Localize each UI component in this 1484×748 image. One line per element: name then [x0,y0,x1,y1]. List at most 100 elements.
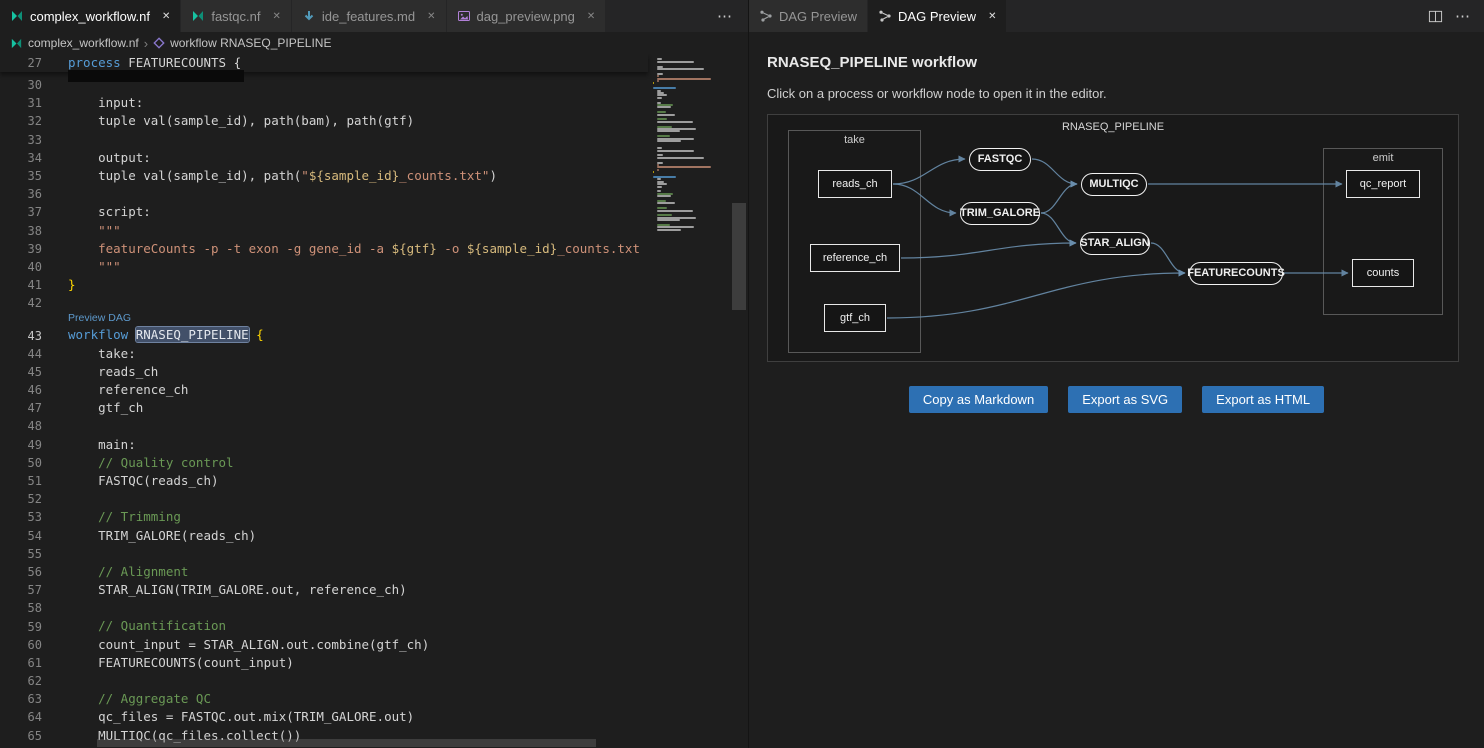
dag-node-counts[interactable]: counts [1352,259,1414,287]
code-text: main: [68,436,136,454]
code-line-64[interactable]: 64 qc_files = FASTQC.out.mix(TRIM_GALORE… [0,708,648,726]
code-line-32[interactable]: 32 tuple val(sample_id), path(bam), path… [0,112,648,130]
graph-icon [878,9,892,23]
tab-fastqc-nf[interactable]: fastqc.nf ✕ [181,0,292,32]
line-number: 47 [0,401,42,415]
code-line-36[interactable]: 36 [0,185,648,203]
code-line-54[interactable]: 54 TRIM_GALORE(reads_ch) [0,527,648,545]
markdown-icon [302,9,316,23]
close-icon[interactable]: ✕ [427,11,435,22]
codelens-preview-dag[interactable]: Preview DAG [68,312,648,326]
code-line-57[interactable]: 57 STAR_ALIGN(TRIM_GALORE.out, reference… [0,581,648,599]
code-line-38[interactable]: 38 """ [0,222,648,240]
tab-dag-preview-png[interactable]: dag_preview.png ✕ [447,0,607,32]
code-text: featureCounts -p -t exon -g gene_id -a $… [68,240,648,258]
code-line-61[interactable]: 61 FEATURECOUNTS(count_input) [0,654,648,672]
vertical-scrollbar[interactable] [732,203,746,310]
tab-complex-workflow-nf[interactable]: complex_workflow.nf ✕ [0,0,181,32]
code-line-48[interactable]: 48 [0,417,648,435]
line-number: 31 [0,96,42,110]
line-number: 52 [0,492,42,506]
code-text: // Trimming [68,508,181,526]
dag-node-multiqc[interactable]: MULTIQC [1081,173,1147,196]
more-tabs-icon[interactable]: ⋯ [701,0,748,32]
tab-ide-features-md[interactable]: ide_features.md ✕ [292,0,447,32]
code-line-52[interactable]: 52 [0,490,648,508]
line-number: 62 [0,674,42,688]
code-text: // Quality control [68,454,234,472]
close-icon[interactable]: ✕ [272,11,280,22]
code-line-47[interactable]: 47 gtf_ch [0,399,648,417]
dag-node-trim_galore[interactable]: TRIM_GALORE [960,202,1040,225]
code-line-33[interactable]: 33 [0,131,648,149]
export-as-html-button[interactable]: Export as HTML [1202,386,1324,413]
copy-as-markdown-button[interactable]: Copy as Markdown [909,386,1048,413]
code-editor[interactable]: 27 process FEATURECOUNTS { 3031 input:32… [0,54,748,748]
code-line-55[interactable]: 55 [0,545,648,563]
tab-dag-preview-1[interactable]: DAG Preview [749,0,868,32]
dag-node-featurecounts[interactable]: FEATURECOUNTS [1189,262,1283,285]
minimap-line [657,219,680,221]
code-text: take: [68,345,136,363]
code-line-43[interactable]: 43workflow RNASEQ_PIPELINE { [0,326,648,344]
code-line-46[interactable]: 46 reference_ch [0,381,648,399]
line-number: 32 [0,114,42,128]
horizontal-scrollbar[interactable] [97,739,596,747]
dag-node-qc_report[interactable]: qc_report [1346,170,1420,198]
close-icon[interactable]: ✕ [988,11,996,22]
code-line-41[interactable]: 41} [0,276,648,294]
dag-node-reference_ch[interactable]: reference_ch [810,244,900,272]
code-text: gtf_ch [68,399,143,417]
code-line-42[interactable]: 42 [0,294,648,312]
line-number: 30 [0,78,42,92]
dag-node-gtf_ch[interactable]: gtf_ch [824,304,886,332]
code-text: input: [68,94,143,112]
chevron-right-icon: › [144,36,148,51]
minimap-line [657,207,668,209]
minimap[interactable] [650,56,712,746]
breadcrumb-symbol[interactable]: workflow RNASEQ_PIPELINE [170,36,331,50]
page-subtitle: Click on a process or workflow node to o… [767,86,1466,101]
close-icon[interactable]: ✕ [587,11,595,22]
code-line-40[interactable]: 40 """ [0,258,648,276]
code-line-56[interactable]: 56 // Alignment [0,563,648,581]
line-number: 59 [0,620,42,634]
code-line-34[interactable]: 34 output: [0,149,648,167]
code-line-31[interactable]: 31 input: [0,94,648,112]
code-line-49[interactable]: 49 main: [0,436,648,454]
code-line-37[interactable]: 37 script: [0,203,648,221]
minimap-line [657,68,705,70]
code-line-63[interactable]: 63 // Aggregate QC [0,690,648,708]
close-icon[interactable]: ✕ [162,11,170,22]
minimap-line [657,229,681,231]
minimap-line [657,135,671,137]
dag-edge-STAR_ALIGN-to-FEATURECOUNTS [1151,243,1185,273]
code-line-44[interactable]: 44 take: [0,345,648,363]
dag-edge-reads_ch-to-FASTQC [893,159,965,184]
line-number: 43 [0,329,42,343]
breadcrumb-file[interactable]: complex_workflow.nf [28,36,139,50]
dag-node-reads_ch[interactable]: reads_ch [818,170,892,198]
ide-window: complex_workflow.nf ✕ fastqc.nf ✕ ide_fe… [0,0,1484,748]
dag-node-star_align[interactable]: STAR_ALIGN [1080,232,1150,255]
code-line-51[interactable]: 51 FASTQC(reads_ch) [0,472,648,490]
code-line-59[interactable]: 59 // Quantification [0,617,648,635]
dag-node-fastqc[interactable]: FASTQC [969,148,1031,171]
more-actions-icon[interactable]: ⋯ [1455,7,1470,25]
minimap-line [657,186,662,188]
split-editor-icon[interactable] [1428,9,1443,24]
tab-dag-preview-2[interactable]: DAG Preview ✕ [868,0,1007,32]
code-line-60[interactable]: 60 count_input = STAR_ALIGN.out.combine(… [0,636,648,654]
code-line-45[interactable]: 45 reads_ch [0,363,648,381]
panel-actions: ⋯ [1428,0,1484,32]
code-line-58[interactable]: 58 [0,599,648,617]
minimap-line [657,121,694,123]
code-line-53[interactable]: 53 // Trimming [0,508,648,526]
nextflow-icon [191,9,205,23]
code-line-50[interactable]: 50 // Quality control [0,454,648,472]
tab-label: fastqc.nf [211,9,260,24]
code-line-62[interactable]: 62 [0,672,648,690]
code-line-35[interactable]: 35 tuple val(sample_id), path("${sample_… [0,167,648,185]
export-as-svg-button[interactable]: Export as SVG [1068,386,1182,413]
code-line-39[interactable]: 39 featureCounts -p -t exon -g gene_id -… [0,240,648,258]
